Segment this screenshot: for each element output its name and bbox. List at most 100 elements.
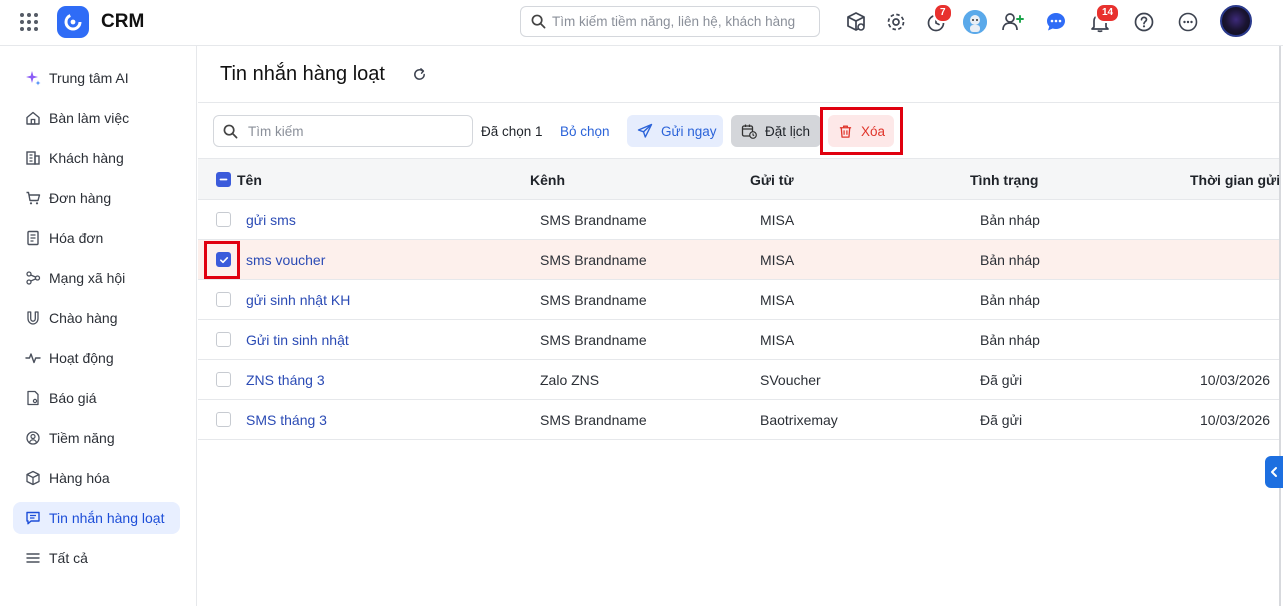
sidebar-item-label: Tất cả xyxy=(49,550,88,566)
sidebar-item-orders[interactable]: Đơn hàng xyxy=(13,182,180,214)
row-checkbox[interactable] xyxy=(216,372,231,387)
search-icon xyxy=(223,124,238,138)
message-name-link[interactable]: SMS tháng 3 xyxy=(246,412,327,428)
chat-icon[interactable] xyxy=(1043,9,1069,35)
send-now-button[interactable]: Gửi ngay xyxy=(627,115,723,147)
sidebar-item-ai-center[interactable]: Trung tâm AI xyxy=(13,62,180,94)
cell-status: Bản nháp xyxy=(980,252,1040,268)
cell-sender: SVoucher xyxy=(760,372,821,388)
delete-label: Xóa xyxy=(861,123,886,139)
sidebar-item-workspace[interactable]: Bàn làm việc xyxy=(13,102,180,134)
row-checkbox[interactable] xyxy=(216,412,231,427)
timer-badge: 7 xyxy=(933,3,953,23)
column-header-sent-time[interactable]: Thời gian gửi xyxy=(1190,172,1280,188)
sidebar-item-customers[interactable]: Khách hàng xyxy=(13,142,180,174)
cell-sent-time: 10/03/2026 xyxy=(1200,412,1271,428)
notification-badge: 14 xyxy=(1095,3,1121,23)
cell-channel: SMS Brandname xyxy=(540,332,647,348)
calendar-clock-icon xyxy=(741,123,757,139)
message-name-link[interactable]: Gửi tin sinh nhật xyxy=(246,332,349,348)
sidebar-item-offers[interactable]: Chào hàng xyxy=(13,302,180,334)
message-name-link[interactable]: ZNS tháng 3 xyxy=(246,372,325,388)
box-search-icon[interactable] xyxy=(843,9,869,35)
global-search-input[interactable]: Tìm kiếm tiềm năng, liên hệ, khách hàng xyxy=(520,6,820,37)
cell-sender: MISA xyxy=(760,252,795,268)
sidebar-item-label: Tiềm năng xyxy=(49,430,115,446)
sidebar-item-social[interactable]: Mạng xã hội xyxy=(13,262,180,294)
sidebar-item-products[interactable]: Hàng hóa xyxy=(13,462,180,494)
cell-status: Bản nháp xyxy=(980,212,1040,228)
cell-sender: MISA xyxy=(760,292,795,308)
column-header-status[interactable]: Tình trạng xyxy=(970,172,1038,188)
cell-status: Đã gửi xyxy=(980,412,1023,428)
column-header-name[interactable]: Tên xyxy=(237,172,262,188)
message-icon xyxy=(25,510,41,526)
cell-sender: MISA xyxy=(760,332,795,348)
list-search-input[interactable]: Tìm kiếm xyxy=(213,115,473,147)
timer-icon[interactable]: 7 xyxy=(923,3,953,35)
cell-channel: SMS Brandname xyxy=(540,212,647,228)
sidebar-item-label: Hoạt động xyxy=(49,350,114,366)
app-grid-icon[interactable] xyxy=(18,11,40,33)
bot-avatar[interactable] xyxy=(962,9,988,35)
cell-sender: Baotrixemay xyxy=(760,412,838,428)
help-icon[interactable] xyxy=(1131,9,1157,35)
cart-icon xyxy=(25,190,41,206)
sidebar-item-label: Mạng xã hội xyxy=(49,270,126,286)
chevron-left-icon xyxy=(1271,467,1277,477)
send-icon xyxy=(637,123,653,139)
table-row[interactable]: ZNS tháng 3 Zalo ZNS SVoucher Đã gửi 10/… xyxy=(198,360,1280,400)
user-avatar[interactable] xyxy=(1220,5,1252,37)
delete-button[interactable]: Xóa xyxy=(828,115,894,147)
cell-channel: SMS Brandname xyxy=(540,412,647,428)
table-header: Tên Kênh Gửi từ Tình trạng Thời gian gửi xyxy=(198,158,1280,200)
row-checkbox[interactable] xyxy=(216,252,231,267)
sidebar-item-bulk-messages[interactable]: Tin nhắn hàng loạt xyxy=(13,502,180,534)
gear-icon[interactable] xyxy=(883,9,909,35)
deselect-link[interactable]: Bỏ chọn xyxy=(560,124,610,139)
sidebar-item-all[interactable]: Tất cả xyxy=(13,542,180,574)
sidebar-item-invoices[interactable]: Hóa đơn xyxy=(13,222,180,254)
table-row[interactable]: sms voucher SMS Brandname MISA Bản nháp xyxy=(198,240,1280,280)
message-name-link[interactable]: sms voucher xyxy=(246,252,325,268)
table-row[interactable]: SMS tháng 3 SMS Brandname Baotrixemay Đã… xyxy=(198,400,1280,440)
table-row[interactable]: gửi sinh nhật KH SMS Brandname MISA Bản … xyxy=(198,280,1280,320)
refresh-icon[interactable] xyxy=(410,65,428,83)
sidebar-item-quotes[interactable]: Báo giá xyxy=(13,382,180,414)
app-title[interactable]: CRM xyxy=(101,11,144,33)
sidebar-item-label: Chào hàng xyxy=(49,310,118,326)
selected-count: Đã chọn 1 xyxy=(481,124,543,139)
sidebar-item-label: Báo giá xyxy=(49,390,97,406)
message-name-link[interactable]: gửi sms xyxy=(246,212,296,228)
cell-status: Bản nháp xyxy=(980,332,1040,348)
row-checkbox[interactable] xyxy=(216,292,231,307)
check-icon xyxy=(219,256,228,263)
message-name-link[interactable]: gửi sinh nhật KH xyxy=(246,292,350,308)
pulse-icon xyxy=(25,350,41,366)
divider xyxy=(198,102,1280,103)
invoice-icon xyxy=(25,230,41,246)
row-checkbox[interactable] xyxy=(216,332,231,347)
schedule-button[interactable]: Đặt lịch xyxy=(731,115,821,147)
column-header-channel[interactable]: Kênh xyxy=(530,172,565,188)
cell-sender: MISA xyxy=(760,212,795,228)
cell-sent-time: 10/03/2026 xyxy=(1200,372,1271,388)
table-row[interactable]: gửi sms SMS Brandname MISA Bản nháp xyxy=(198,200,1280,240)
package-icon xyxy=(25,470,41,486)
sidebar-item-label: Hàng hóa xyxy=(49,470,110,486)
sidebar-item-label: Khách hàng xyxy=(49,150,124,166)
bell-icon[interactable]: 14 xyxy=(1087,3,1121,35)
add-user-icon[interactable] xyxy=(1000,9,1026,35)
sidebar-item-label: Bàn làm việc xyxy=(49,110,130,126)
scrollbar[interactable] xyxy=(1279,46,1281,606)
sidebar-item-leads[interactable]: Tiềm năng xyxy=(13,422,180,454)
select-all-checkbox[interactable] xyxy=(216,172,231,187)
table-row[interactable]: Gửi tin sinh nhật SMS Brandname MISA Bản… xyxy=(198,320,1280,360)
row-checkbox[interactable] xyxy=(216,212,231,227)
collapse-panel-button[interactable] xyxy=(1265,456,1283,488)
page-title: Tin nhắn hàng loạt xyxy=(220,63,385,85)
more-icon[interactable] xyxy=(1175,9,1201,35)
crm-logo-icon[interactable] xyxy=(57,6,89,38)
column-header-sender[interactable]: Gửi từ xyxy=(750,172,794,188)
sidebar-item-activities[interactable]: Hoạt động xyxy=(13,342,180,374)
